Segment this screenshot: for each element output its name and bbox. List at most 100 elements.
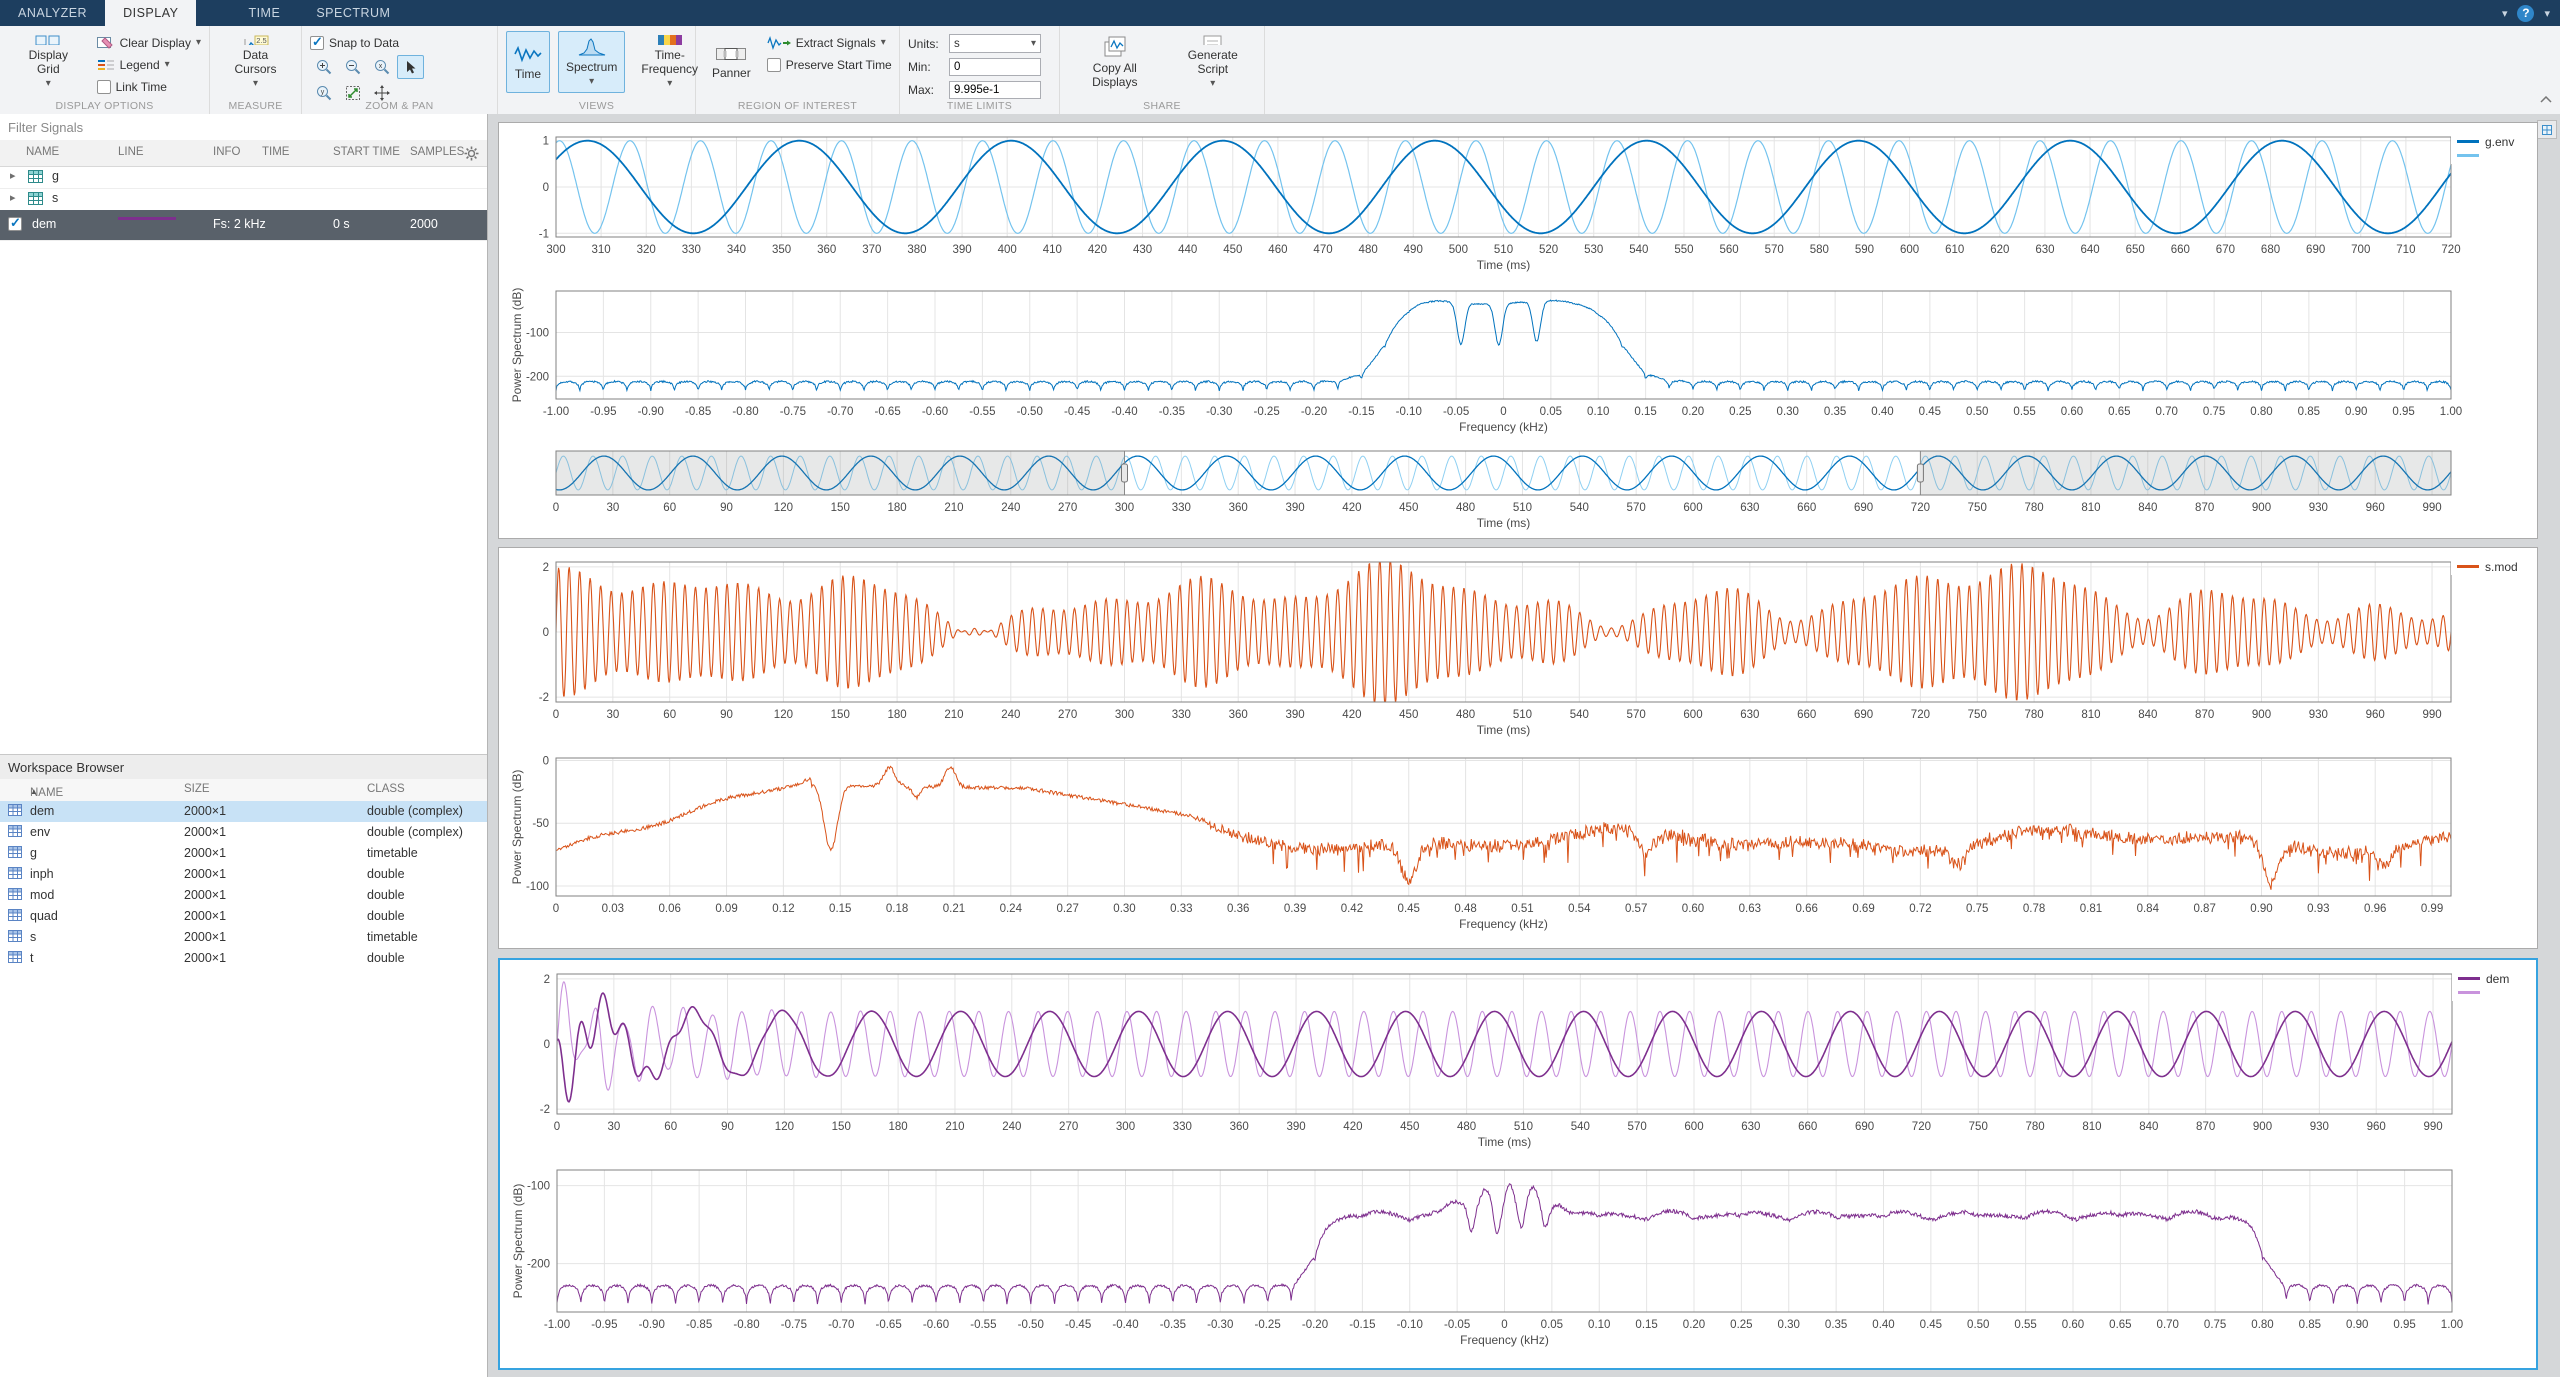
panel-collapse-button[interactable] [2537,120,2557,139]
zoom-in-button[interactable] [310,55,337,79]
column-size[interactable]: SIZE [184,783,210,795]
svg-text:210: 210 [945,1121,964,1133]
svg-text:0.15: 0.15 [1635,1319,1657,1331]
display2-spectrum-plot[interactable]: 00.030.060.090.120.150.180.210.240.270.3… [507,750,2531,944]
display1-time-plot[interactable]: 3003103203303403503603703803904004104204… [507,127,2531,281]
svg-text:710: 710 [2396,244,2415,256]
display-2[interactable]: 0306090120150180210240270300330360390420… [498,547,2538,949]
dropdown-caret-icon: ▾ [196,38,201,48]
max-time-input[interactable] [949,81,1041,99]
svg-text:420: 420 [1088,244,1107,256]
column-class[interactable]: CLASS [367,783,405,795]
tab-time[interactable]: TIME [230,0,298,26]
tab-analyzer[interactable]: ANALYZER [0,0,105,26]
zoom-out-button[interactable] [339,55,366,79]
snap-to-data-checkbox[interactable]: Snap to Data [310,33,424,53]
workspace-row-env[interactable]: env2000×1double (complex) [0,822,487,843]
clear-display-button[interactable]: Clear Display ▾ [97,33,201,53]
display-grid-button[interactable]: Display Grid ▾ [8,31,89,93]
snap-to-data-checkbox-box[interactable] [310,36,324,50]
signal-name: dem [32,217,56,231]
pointer-icon [404,60,418,75]
window-menu-caret-icon[interactable]: ▾ [2544,7,2550,20]
svg-text:-0.75: -0.75 [781,1319,807,1331]
signal-row-dem[interactable]: dem Fs: 2 kHz 0 s 2000 [0,210,487,241]
extract-signals-button[interactable]: Extract Signals ▾ [767,33,892,53]
signal-visible-checkbox[interactable] [8,217,22,231]
time-view-button[interactable]: Time [506,31,550,93]
workspace-row-t[interactable]: t2000×1double [0,948,487,969]
preserve-start-time-checkbox[interactable]: Preserve Start Time [767,55,892,75]
variable-class: double [367,909,405,923]
svg-text:0.20: 0.20 [1683,1319,1705,1331]
filter-signals-input[interactable]: Filter Signals [0,114,487,141]
display1-spectrum-plot[interactable]: -1.00-0.95-0.90-0.85-0.80-0.75-0.70-0.65… [507,283,2531,445]
variable-size: 2000×1 [184,867,226,881]
svg-text:690: 690 [1854,709,1873,721]
max-label: Max: [908,83,944,97]
svg-text:0.81: 0.81 [2080,903,2102,915]
workspace-row-dem[interactable]: dem2000×1double (complex) [0,801,487,822]
tab-display[interactable]: DISPLAY [105,0,196,26]
column-start-time[interactable]: START TIME [333,146,400,158]
svg-text:Time (ms): Time (ms) [1477,723,1531,737]
units-select[interactable]: s▾ [949,34,1041,53]
column-name[interactable]: NAME [26,146,59,158]
quick-access-caret-icon[interactable]: ▾ [2502,7,2508,20]
legend-swatch [2458,977,2480,980]
display1-legend: g.env [2451,133,2520,164]
preserve-start-time-checkbox-box[interactable] [767,58,781,72]
svg-text:750: 750 [1968,502,1987,514]
expand-caret-icon[interactable]: ▸ [10,191,16,204]
spectrum-view-button[interactable]: Spectrum ▾ [558,31,625,93]
pointer-button[interactable] [397,55,424,79]
svg-text:-0.40: -0.40 [1112,1319,1138,1331]
svg-text:0.84: 0.84 [2137,903,2160,915]
column-samples[interactable]: SAMPLES [410,146,464,158]
svg-text:0.60: 0.60 [1682,903,1704,915]
workspace-row-mod[interactable]: mod2000×1double [0,885,487,906]
min-time-input[interactable] [949,58,1041,76]
link-time-checkbox[interactable]: Link Time [97,77,201,97]
variable-icon [8,867,22,882]
workspace-row-inph[interactable]: inph2000×1double [0,864,487,885]
display3-spectrum-plot[interactable]: -1.00-0.95-0.90-0.85-0.80-0.75-0.70-0.65… [508,1162,2532,1362]
tab-spectrum[interactable]: SPECTRUM [298,0,408,26]
help-icon[interactable]: ? [2517,5,2534,22]
svg-text:540: 540 [1570,502,1589,514]
legend-button[interactable]: Legend ▾ [97,55,201,75]
svg-text:720: 720 [1911,709,1930,721]
collapse-ribbon-button[interactable] [2540,90,2552,108]
data-cursors-button[interactable]: 2.5 Data Cursors ▾ [218,31,293,93]
section-display-options: Display Grid ▾ Clear Display ▾ Legend ▾ … [0,26,210,114]
workspace-row-g[interactable]: g2000×1timetable [0,843,487,864]
signal-row-s[interactable]: ▸ s [0,188,487,211]
svg-text:Power Spectrum (dB): Power Spectrum (dB) [511,1184,525,1299]
link-time-checkbox-box[interactable] [97,80,111,94]
display3-time-plot[interactable]: 0306090120150180210240270300330360390420… [508,966,2532,1156]
display-1[interactable]: 3003103203303403503603703803904004104204… [498,122,2538,539]
display1-panner[interactable]: 0306090120150180210240270300330360390420… [507,447,2531,535]
svg-text:60: 60 [663,709,676,721]
expand-caret-icon[interactable]: ▸ [10,169,16,182]
svg-text:60: 60 [664,1121,677,1133]
generate-script-button[interactable]: Generate Script ▾ [1170,31,1256,93]
column-info[interactable]: INFO [213,146,240,158]
display-3-selected[interactable]: 0306090120150180210240270300330360390420… [498,958,2538,1370]
panner-button[interactable]: Panner [704,31,759,93]
mini-grid-icon [2542,125,2552,135]
svg-text:0.18: 0.18 [886,903,908,915]
svg-text:-1.00: -1.00 [544,1319,570,1331]
copy-all-displays-button[interactable]: Copy All Displays [1068,31,1162,93]
zoom-x-button[interactable]: x [368,55,395,79]
column-time[interactable]: TIME [262,146,289,158]
svg-text:2: 2 [544,974,550,986]
workspace-row-s[interactable]: s2000×1timetable [0,927,487,948]
display2-time-plot[interactable]: 0306090120150180210240270300330360390420… [507,554,2531,744]
signal-row-g[interactable]: ▸ g [0,166,487,189]
column-line[interactable]: LINE [118,146,144,158]
workspace-row-quad[interactable]: quad2000×1double [0,906,487,927]
gear-icon[interactable] [464,146,479,164]
svg-text:0.25: 0.25 [1730,1319,1752,1331]
workspace-browser-title[interactable]: Workspace Browser [0,754,487,780]
